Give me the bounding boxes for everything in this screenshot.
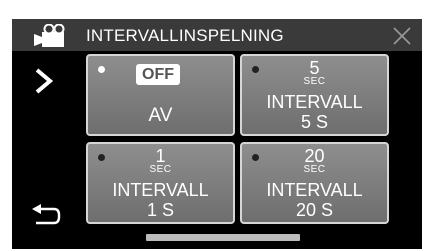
option-label: AV (148, 105, 173, 126)
option-label: INTERVALL (266, 180, 363, 200)
interval-number: 1 (155, 146, 166, 166)
option-label: INTERVALL (266, 92, 363, 112)
selected-indicator-icon (98, 66, 105, 73)
camera-menu-screen: INTERVALLINSPELNING OFF AV 5 SEC INTERVA… (12, 19, 422, 249)
option-value: 5 S (300, 112, 329, 132)
option-value: 20 S (295, 200, 334, 220)
option-label: INTERVALL (112, 180, 209, 200)
interval-unit: SEC (303, 164, 326, 175)
option-1s-button[interactable]: 1 SEC INTERVALL 1 S (86, 142, 235, 224)
interval-number: 5 (309, 58, 320, 78)
option-5s-button[interactable]: 5 SEC INTERVALL 5 S (240, 54, 389, 136)
close-icon[interactable] (392, 26, 412, 46)
chevron-right-icon[interactable] (32, 66, 56, 96)
page-title: INTERVALLINSPELNING (86, 26, 284, 45)
interval-number: 20 (304, 146, 325, 166)
option-off-button[interactable]: OFF AV (86, 54, 235, 136)
off-badge: OFF (136, 64, 180, 85)
option-value: 1 S (146, 200, 175, 220)
return-icon[interactable] (30, 204, 62, 228)
scrollbar[interactable] (146, 234, 300, 241)
interval-unit: SEC (149, 164, 172, 175)
option-20s-button[interactable]: 20 SEC INTERVALL 20 S (240, 142, 389, 224)
interval-unit: SEC (303, 76, 326, 87)
menu-header: INTERVALLINSPELNING (12, 19, 422, 51)
video-camera-icon (34, 24, 65, 47)
